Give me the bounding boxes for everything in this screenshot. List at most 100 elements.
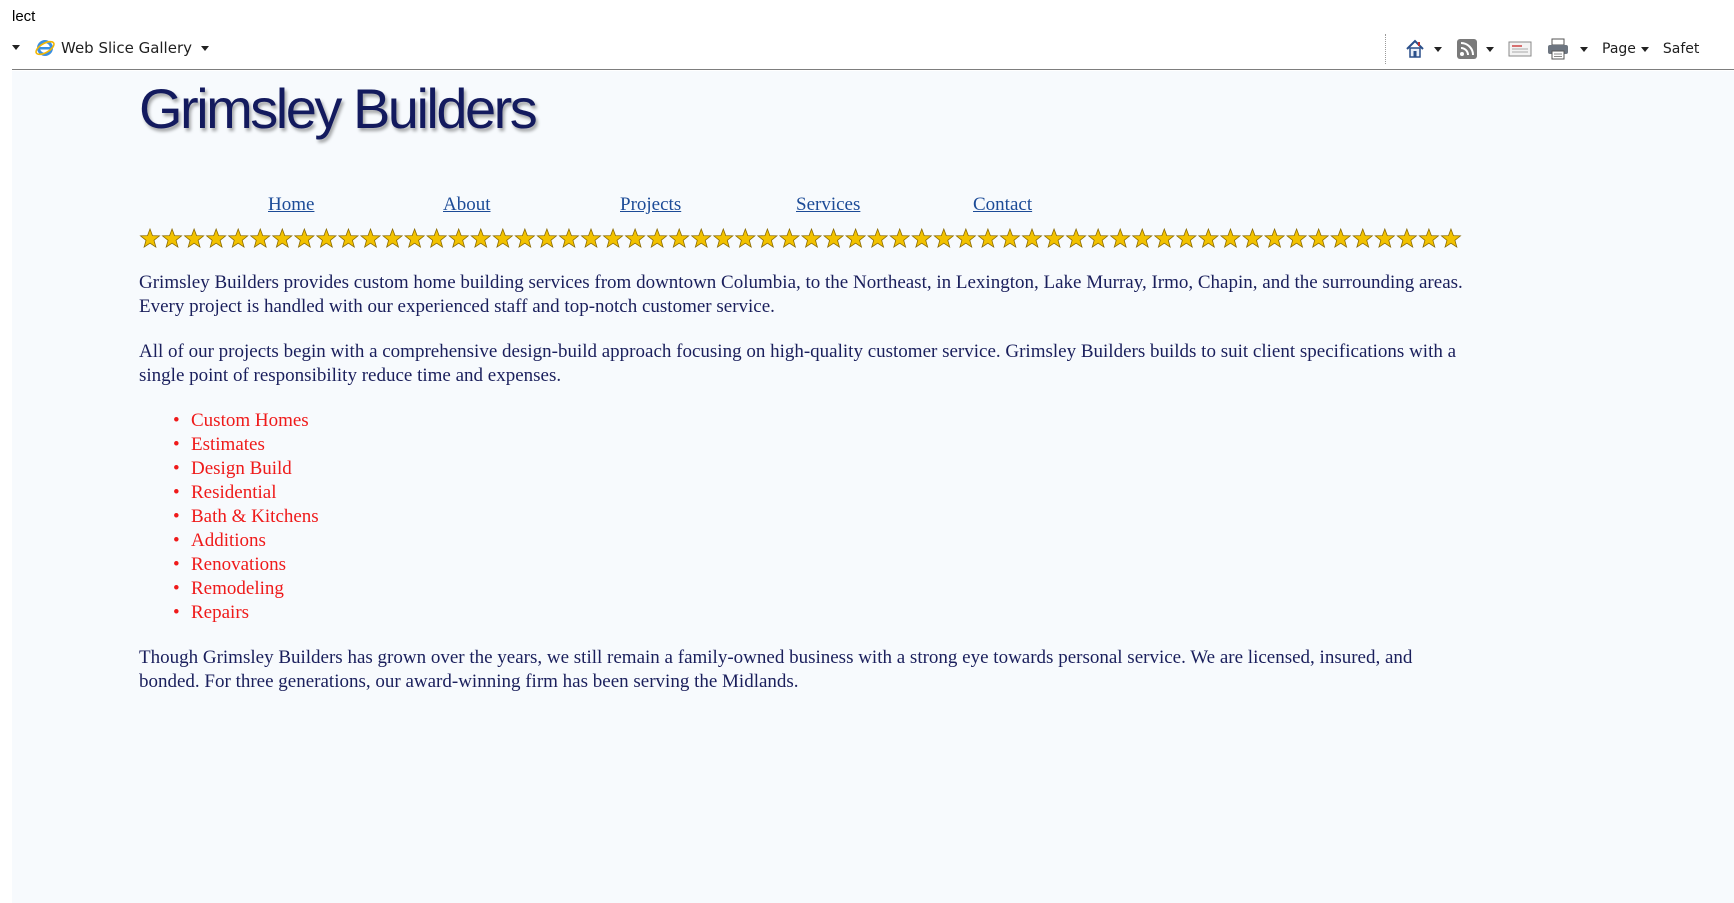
list-item: Design Build: [173, 457, 1469, 481]
nav-link-services[interactable]: Services: [796, 194, 860, 216]
star-icon: [293, 227, 315, 249]
star-icon: [1219, 227, 1242, 249]
star-divider: [139, 227, 1579, 251]
star-icon: [404, 227, 426, 249]
star-icon: [558, 227, 580, 249]
star-icon: [734, 227, 756, 249]
chevron-down-icon: [1434, 46, 1442, 52]
main-nav: Home About Projects Services Contact: [12, 194, 1734, 218]
list-item: Remodeling: [173, 577, 1469, 601]
star-icon: [889, 227, 911, 249]
star-icon: [161, 227, 183, 249]
list-item: Residential: [173, 481, 1469, 505]
chevron-down-icon: [1640, 46, 1649, 52]
star-icon: [315, 227, 337, 249]
nav-link-about[interactable]: About: [443, 194, 491, 216]
star-icon: [1352, 227, 1374, 249]
star-icon: [999, 227, 1021, 249]
safety-menu-label: Safet: [1662, 41, 1700, 57]
rss-icon: [1456, 38, 1478, 60]
star-row: [139, 227, 1462, 249]
star-icon: [1175, 227, 1197, 249]
star-icon: [1241, 227, 1264, 249]
star-icon: [1418, 227, 1440, 249]
star-icon: [822, 227, 845, 249]
web-page: Grimsley Builders Home About Projects Se…: [12, 71, 1734, 903]
print-button[interactable]: [1546, 38, 1588, 60]
list-item: Additions: [173, 529, 1469, 553]
intro-paragraph: Grimsley Builders provides custom home b…: [139, 272, 1463, 317]
star-icon: [1021, 227, 1043, 249]
star-icon: [845, 227, 867, 249]
star-icon: [580, 227, 602, 249]
star-icon: [139, 227, 161, 249]
star-icon: [359, 227, 382, 249]
star-icon: [183, 227, 205, 249]
star-icon: [337, 227, 360, 249]
nav-link-projects[interactable]: Projects: [620, 194, 681, 216]
web-slice-gallery-button[interactable]: Web Slice Gallery: [35, 37, 209, 59]
safety-menu-button[interactable]: Safet: [1663, 41, 1700, 57]
star-icon: [514, 227, 536, 249]
star-icon: [756, 227, 778, 249]
feeds-button[interactable]: [1456, 38, 1494, 60]
window-title-fragment: lect: [12, 8, 36, 25]
star-icon: [492, 227, 514, 249]
nav-link-contact[interactable]: Contact: [973, 194, 1032, 216]
star-icon: [646, 227, 668, 249]
star-icon: [1065, 227, 1087, 249]
chevron-down-icon[interactable]: [12, 45, 20, 50]
list-item: Bath & Kitchens: [173, 505, 1469, 529]
printer-icon: [1546, 38, 1570, 60]
star-icon: [778, 227, 801, 249]
page-menu-label: Page: [1602, 41, 1636, 57]
read-mail-button[interactable]: [1508, 40, 1532, 58]
star-icon: [448, 227, 470, 249]
nav-link-home[interactable]: Home: [268, 194, 314, 216]
chevron-down-icon: [201, 45, 209, 51]
star-icon: [536, 227, 558, 249]
star-icon: [1374, 227, 1396, 249]
star-icon: [1197, 227, 1219, 249]
approach-paragraph: All of our projects begin with a compreh…: [139, 341, 1457, 386]
star-icon: [933, 227, 955, 249]
star-icon: [668, 227, 690, 249]
star-icon: [271, 227, 293, 249]
star-icon: [1308, 227, 1330, 249]
page-menu-button[interactable]: Page: [1602, 41, 1649, 57]
web-slice-gallery-label: Web Slice Gallery: [61, 39, 192, 57]
star-icon: [1263, 227, 1286, 249]
star-icon: [381, 227, 404, 249]
list-item: Repairs: [173, 601, 1469, 625]
services-list: Custom Homes Estimates Design Build Resi…: [173, 409, 1469, 625]
star-icon: [977, 227, 999, 249]
favorites-toolbar: Web Slice Gallery Page Safet: [12, 34, 1734, 70]
list-item: Estimates: [173, 433, 1469, 457]
site-logo: Grimsley Builders: [139, 77, 538, 140]
star-icon: [1087, 227, 1109, 249]
toolbar-separator: [1385, 34, 1386, 64]
star-icon: [911, 227, 933, 249]
mail-icon: [1508, 40, 1532, 58]
star-icon: [955, 227, 977, 249]
star-icon: [1396, 227, 1418, 249]
star-icon: [800, 227, 823, 249]
star-icon: [249, 227, 271, 249]
home-button[interactable]: [1404, 38, 1442, 60]
star-icon: [602, 227, 624, 249]
star-icon: [227, 227, 249, 249]
star-icon: [1109, 227, 1131, 249]
star-icon: [205, 227, 227, 249]
list-item: Renovations: [173, 553, 1469, 577]
home-icon: [1404, 38, 1426, 60]
star-icon: [712, 227, 734, 249]
chevron-down-icon: [1580, 46, 1588, 52]
internet-explorer-icon: [35, 38, 55, 58]
star-icon: [624, 227, 646, 249]
chevron-down-icon: [1486, 46, 1494, 52]
star-icon: [1131, 227, 1153, 249]
star-icon: [1153, 227, 1175, 249]
list-item: Custom Homes: [173, 409, 1469, 433]
main-content: Grimsley Builders provides custom home b…: [139, 271, 1469, 715]
star-icon: [690, 227, 712, 249]
